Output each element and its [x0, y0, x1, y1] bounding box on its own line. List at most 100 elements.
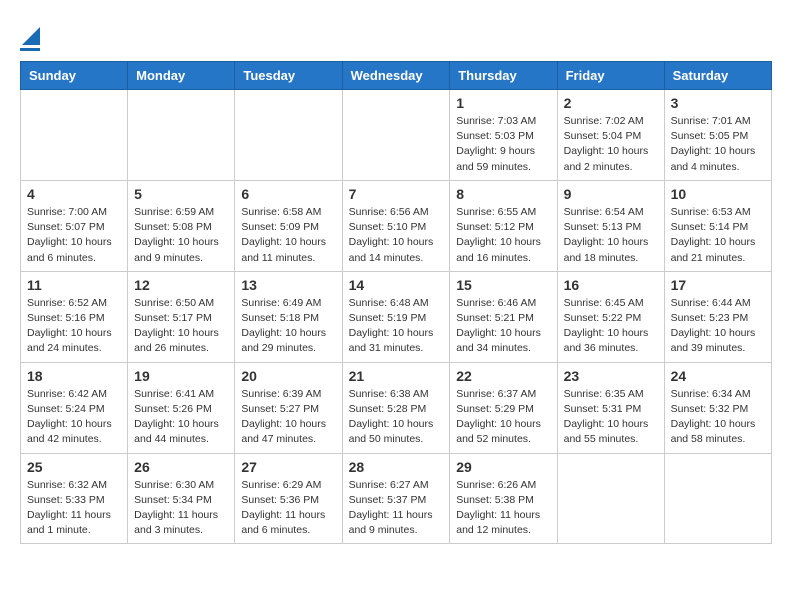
- weekday-header-wednesday: Wednesday: [342, 62, 450, 90]
- calendar-week-5: 25 Sunrise: 6:32 AM Sunset: 5:33 PM Dayli…: [21, 453, 772, 544]
- calendar-cell: 7Sunrise: 6:56 AM Sunset: 5:10 PM Daylig…: [342, 180, 450, 271]
- day-info: Sunrise: 6:53 AM Sunset: 5:14 PM Dayligh…: [671, 205, 765, 266]
- day-info: Sunrise: 6:26 AM Sunset: 5:38 PM Dayligh…: [456, 478, 550, 539]
- day-info: Sunrise: 6:55 AM Sunset: 5:12 PM Dayligh…: [456, 205, 550, 266]
- weekday-header-sunday: Sunday: [21, 62, 128, 90]
- day-info: Sunrise: 6:50 AM Sunset: 5:17 PM Dayligh…: [134, 296, 228, 357]
- calendar-cell: 19 Sunrise: 6:41 AM Sunset: 5:26 PM Dayli…: [128, 362, 235, 453]
- calendar-cell: 24 Sunrise: 6:34 AM Sunset: 5:32 PM Dayli…: [664, 362, 771, 453]
- day-number: 26: [134, 459, 228, 475]
- day-number: 20: [241, 368, 335, 384]
- day-number: 27: [241, 459, 335, 475]
- day-number: 24: [671, 368, 765, 384]
- day-number: 23: [564, 368, 658, 384]
- day-info: Sunrise: 7:02 AM Sunset: 5:04 PM Dayligh…: [564, 114, 658, 175]
- weekday-header-friday: Friday: [557, 62, 664, 90]
- calendar-cell: 20 Sunrise: 6:39 AM Sunset: 5:27 PM Dayli…: [235, 362, 342, 453]
- day-info: Sunrise: 6:52 AM Sunset: 5:16 PM Dayligh…: [27, 296, 121, 357]
- day-number: 25: [27, 459, 121, 475]
- calendar-cell: [235, 90, 342, 181]
- calendar-week-2: 4 Sunrise: 7:00 AM Sunset: 5:07 PM Daylig…: [21, 180, 772, 271]
- day-number: 15: [456, 277, 550, 293]
- day-number: 5: [134, 186, 228, 202]
- day-info: Sunrise: 6:58 AM Sunset: 5:09 PM Dayligh…: [241, 205, 335, 266]
- day-number: 12: [134, 277, 228, 293]
- weekday-header-thursday: Thursday: [450, 62, 557, 90]
- day-number: 2: [564, 95, 658, 111]
- weekday-header-saturday: Saturday: [664, 62, 771, 90]
- day-number: 4: [27, 186, 121, 202]
- calendar-cell: 17Sunrise: 6:44 AM Sunset: 5:23 PM Dayli…: [664, 271, 771, 362]
- day-info: Sunrise: 6:38 AM Sunset: 5:28 PM Dayligh…: [349, 387, 444, 448]
- day-number: 7: [349, 186, 444, 202]
- day-number: 19: [134, 368, 228, 384]
- logo: [20, 20, 40, 51]
- day-info: Sunrise: 6:34 AM Sunset: 5:32 PM Dayligh…: [671, 387, 765, 448]
- calendar-cell: 18 Sunrise: 6:42 AM Sunset: 5:24 PM Dayli…: [21, 362, 128, 453]
- calendar-cell: [557, 453, 664, 544]
- day-info: Sunrise: 6:45 AM Sunset: 5:22 PM Dayligh…: [564, 296, 658, 357]
- calendar-week-3: 11 Sunrise: 6:52 AM Sunset: 5:16 PM Dayli…: [21, 271, 772, 362]
- day-info: Sunrise: 6:41 AM Sunset: 5:26 PM Dayligh…: [134, 387, 228, 448]
- day-number: 14: [349, 277, 444, 293]
- day-info: Sunrise: 6:42 AM Sunset: 5:24 PM Dayligh…: [27, 387, 121, 448]
- day-info: Sunrise: 6:49 AM Sunset: 5:18 PM Dayligh…: [241, 296, 335, 357]
- day-number: 6: [241, 186, 335, 202]
- day-info: Sunrise: 6:32 AM Sunset: 5:33 PM Dayligh…: [27, 478, 121, 539]
- calendar-cell: [128, 90, 235, 181]
- calendar-cell: 9 Sunrise: 6:54 AM Sunset: 5:13 PM Daylig…: [557, 180, 664, 271]
- day-info: Sunrise: 6:44 AM Sunset: 5:23 PM Dayligh…: [671, 296, 765, 357]
- calendar-cell: 29 Sunrise: 6:26 AM Sunset: 5:38 PM Dayli…: [450, 453, 557, 544]
- day-number: 8: [456, 186, 550, 202]
- calendar-cell: 8 Sunrise: 6:55 AM Sunset: 5:12 PM Daylig…: [450, 180, 557, 271]
- day-info: Sunrise: 6:29 AM Sunset: 5:36 PM Dayligh…: [241, 478, 335, 539]
- day-info: Sunrise: 7:03 AM Sunset: 5:03 PM Dayligh…: [456, 114, 550, 175]
- calendar-cell: 4 Sunrise: 7:00 AM Sunset: 5:07 PM Daylig…: [21, 180, 128, 271]
- calendar-cell: 10 Sunrise: 6:53 AM Sunset: 5:14 PM Dayli…: [664, 180, 771, 271]
- day-number: 21: [349, 368, 444, 384]
- calendar-cell: [21, 90, 128, 181]
- calendar-cell: 3Sunrise: 7:01 AM Sunset: 5:05 PM Daylig…: [664, 90, 771, 181]
- day-info: Sunrise: 6:39 AM Sunset: 5:27 PM Dayligh…: [241, 387, 335, 448]
- calendar-cell: 25 Sunrise: 6:32 AM Sunset: 5:33 PM Dayli…: [21, 453, 128, 544]
- weekday-header-monday: Monday: [128, 62, 235, 90]
- day-number: 1: [456, 95, 550, 111]
- calendar-table: SundayMondayTuesdayWednesdayThursdayFrid…: [20, 61, 772, 544]
- calendar-cell: 13 Sunrise: 6:49 AM Sunset: 5:18 PM Dayli…: [235, 271, 342, 362]
- calendar-cell: 26 Sunrise: 6:30 AM Sunset: 5:34 PM Dayli…: [128, 453, 235, 544]
- day-number: 13: [241, 277, 335, 293]
- day-info: Sunrise: 7:01 AM Sunset: 5:05 PM Dayligh…: [671, 114, 765, 175]
- day-info: Sunrise: 6:35 AM Sunset: 5:31 PM Dayligh…: [564, 387, 658, 448]
- calendar-week-1: 1 Sunrise: 7:03 AM Sunset: 5:03 PM Daylig…: [21, 90, 772, 181]
- day-info: Sunrise: 6:54 AM Sunset: 5:13 PM Dayligh…: [564, 205, 658, 266]
- logo-underline: [20, 48, 40, 51]
- logo-arrow-icon: [22, 27, 40, 45]
- day-number: 10: [671, 186, 765, 202]
- day-number: 18: [27, 368, 121, 384]
- calendar-header-row: SundayMondayTuesdayWednesdayThursdayFrid…: [21, 62, 772, 90]
- day-number: 9: [564, 186, 658, 202]
- day-number: 28: [349, 459, 444, 475]
- calendar-cell: 21 Sunrise: 6:38 AM Sunset: 5:28 PM Dayli…: [342, 362, 450, 453]
- day-info: Sunrise: 7:00 AM Sunset: 5:07 PM Dayligh…: [27, 205, 121, 266]
- calendar-cell: 16 Sunrise: 6:45 AM Sunset: 5:22 PM Dayli…: [557, 271, 664, 362]
- calendar-cell: 11 Sunrise: 6:52 AM Sunset: 5:16 PM Dayli…: [21, 271, 128, 362]
- calendar-cell: [342, 90, 450, 181]
- weekday-header-tuesday: Tuesday: [235, 62, 342, 90]
- calendar-cell: 14 Sunrise: 6:48 AM Sunset: 5:19 PM Dayli…: [342, 271, 450, 362]
- day-number: 29: [456, 459, 550, 475]
- page-header: [20, 20, 772, 51]
- calendar-cell: 23 Sunrise: 6:35 AM Sunset: 5:31 PM Dayli…: [557, 362, 664, 453]
- day-info: Sunrise: 6:48 AM Sunset: 5:19 PM Dayligh…: [349, 296, 444, 357]
- calendar-cell: 2 Sunrise: 7:02 AM Sunset: 5:04 PM Daylig…: [557, 90, 664, 181]
- day-number: 16: [564, 277, 658, 293]
- calendar-week-4: 18 Sunrise: 6:42 AM Sunset: 5:24 PM Dayli…: [21, 362, 772, 453]
- day-number: 11: [27, 277, 121, 293]
- day-number: 22: [456, 368, 550, 384]
- calendar-cell: [664, 453, 771, 544]
- calendar-cell: 28 Sunrise: 6:27 AM Sunset: 5:37 PM Dayli…: [342, 453, 450, 544]
- calendar-cell: 5 Sunrise: 6:59 AM Sunset: 5:08 PM Daylig…: [128, 180, 235, 271]
- day-info: Sunrise: 6:30 AM Sunset: 5:34 PM Dayligh…: [134, 478, 228, 539]
- day-info: Sunrise: 6:27 AM Sunset: 5:37 PM Dayligh…: [349, 478, 444, 539]
- day-info: Sunrise: 6:59 AM Sunset: 5:08 PM Dayligh…: [134, 205, 228, 266]
